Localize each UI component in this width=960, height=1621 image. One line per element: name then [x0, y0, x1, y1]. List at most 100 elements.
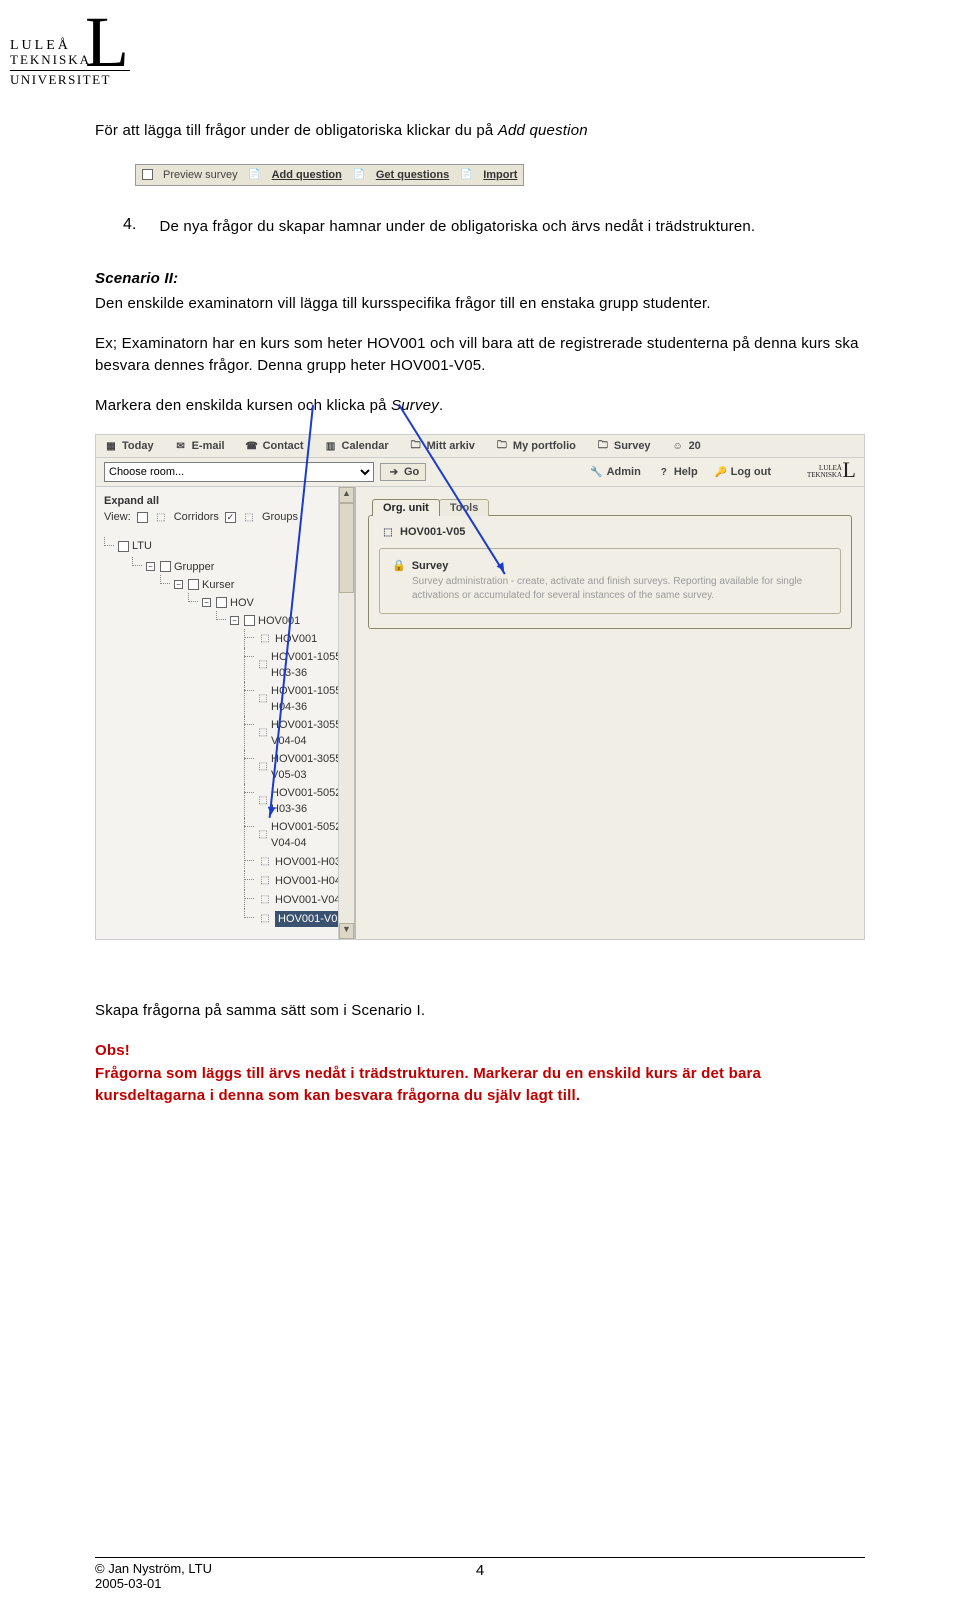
help-link[interactable]: ?Help — [657, 465, 698, 479]
choose-room-select[interactable]: Choose room... — [104, 462, 374, 482]
tab-org-unit[interactable]: Org. unit — [372, 499, 440, 516]
preview-survey-link[interactable]: Preview survey — [163, 169, 238, 181]
import-link[interactable]: Import — [483, 169, 517, 181]
scroll-thumb[interactable] — [339, 503, 354, 593]
add-question-link[interactable]: Add question — [272, 169, 342, 181]
today-icon: ▦ — [104, 439, 118, 453]
import-icon: 📄 — [459, 168, 473, 182]
add-question-icon: 📄 — [248, 168, 262, 182]
help-label: Help — [674, 466, 698, 478]
get-questions-icon: 📄 — [352, 168, 366, 182]
nav-mittarkiv-label: Mitt arkiv — [427, 440, 475, 452]
tree-kurser-label: Kurser — [202, 577, 234, 593]
tree-course-label: HOV001 — [275, 631, 317, 647]
tree-ltu[interactable]: LTU — [118, 538, 152, 554]
nav-count[interactable]: ☺20 — [671, 439, 701, 453]
intro-paragraph: För att lägga till frågor under de oblig… — [95, 120, 865, 142]
scenario-2-instruction: Markera den enskilda kursen och klicka p… — [95, 395, 865, 417]
nav-contact[interactable]: ☎ Contact — [245, 439, 304, 453]
nav-survey-label: Survey — [614, 440, 651, 452]
obs-label: Obs! — [95, 1040, 865, 1062]
archive-icon: 🗀 — [409, 439, 423, 453]
panel-heading-label: HOV001-V05 — [400, 526, 465, 538]
portfolio-icon: 🗀 — [495, 439, 509, 453]
corridors-checkbox[interactable] — [137, 512, 148, 523]
email-icon: ✉ — [174, 439, 188, 453]
nav-email[interactable]: ✉ E-mail — [174, 439, 225, 453]
admin-link[interactable]: 🔧Admin — [590, 465, 641, 479]
intro-emphasis: Add question — [498, 122, 588, 139]
panel-heading: ⬚ HOV001-V05 — [379, 524, 841, 548]
tree-grupper-label: Grupper — [174, 559, 214, 575]
nav-mittarkiv[interactable]: 🗀 Mitt arkiv — [409, 439, 475, 453]
nav-portfolio[interactable]: 🗀My portfolio — [495, 439, 576, 453]
mark-post: . — [439, 397, 443, 414]
app-rightpane: Org. unit Tools ⬚ HOV001-V05 🔒 Survey Su… — [356, 487, 864, 939]
tree-course-label: HOV001-H04 — [275, 873, 341, 889]
survey-nav-icon: 🗀 — [596, 439, 610, 453]
app-sidebar: Expand all View: ⬚ Corridors ⬚ Groups LT… — [96, 487, 356, 939]
tree-course-item[interactable]: ⬚HOV001-H03 — [258, 854, 341, 870]
group-icon: ⬚ — [258, 894, 272, 906]
scroll-down[interactable]: ▼ — [339, 923, 354, 939]
groups-checkbox[interactable] — [225, 512, 236, 523]
tree-hov[interactable]: − HOV — [202, 595, 254, 611]
help-icon: ? — [657, 465, 671, 479]
tree-kurser[interactable]: − Kurser — [174, 577, 234, 593]
expand-all-link[interactable]: Expand all — [104, 493, 354, 509]
nav-calendar[interactable]: ▥Calendar — [324, 439, 389, 453]
grupper-cb[interactable] — [160, 561, 171, 572]
get-questions-link[interactable]: Get questions — [376, 169, 449, 181]
logout-icon: 🔑 — [714, 465, 728, 479]
tree-hov-label: HOV — [230, 595, 254, 611]
hov001-cb[interactable] — [244, 615, 255, 626]
preview-checkbox[interactable] — [142, 169, 153, 180]
go-icon: ➔ — [387, 465, 401, 479]
hov-cb[interactable] — [216, 597, 227, 608]
fronter-app-screenshot: ▦Today ✉ E-mail ☎ Contact ▥Calendar 🗀 Mitt … — [95, 434, 865, 940]
scenario-2-lead: Den enskilde examinatorn vill lägga till… — [95, 293, 865, 315]
nav-survey[interactable]: 🗀 Survey — [596, 439, 651, 453]
group-icon: ⬚ — [258, 693, 268, 705]
sidebar-scrollbar[interactable]: ▲ ▼ — [338, 487, 354, 939]
hov-expand[interactable]: − — [202, 598, 211, 607]
ending-line1: Skapa frågorna på samma sätt som i Scena… — [95, 1000, 865, 1022]
tree-grupper[interactable]: − Grupper — [146, 559, 214, 575]
group-icon: ⬚ — [258, 913, 272, 925]
nav-email-label: E-mail — [192, 440, 225, 452]
admin-icon: 🔧 — [590, 465, 604, 479]
logout-link[interactable]: 🔑Log out — [714, 465, 771, 479]
survey-item[interactable]: 🔒 Survey — [392, 559, 828, 572]
nav-contact-label: Contact — [263, 440, 304, 452]
tree-course-item[interactable]: ⬚HOV001 — [258, 631, 317, 647]
step-4-text: De nya frågor du skapar hamnar under de … — [159, 216, 861, 238]
hov001-expand[interactable]: − — [230, 616, 239, 625]
kurser-expand[interactable]: − — [174, 580, 183, 589]
scenario-2-title: Scenario II: — [95, 268, 865, 290]
tree-course-label: HOV001-V05 — [275, 911, 346, 927]
grupper-expand[interactable]: − — [146, 562, 155, 571]
scroll-up[interactable]: ▲ — [339, 487, 354, 503]
go-button[interactable]: ➔Go — [380, 463, 426, 481]
nav-today[interactable]: ▦Today — [104, 439, 154, 453]
mark-pre: Markera den enskilda kursen och klicka p… — [95, 397, 391, 414]
group-icon: ⬚ — [258, 659, 268, 671]
groups-label: Groups — [262, 511, 298, 523]
ltu-cb[interactable] — [118, 541, 129, 552]
tabs: Org. unit Tools — [372, 499, 852, 516]
tree-course-item[interactable]: ⬚HOV001-V05 — [258, 911, 346, 927]
survey-toolbar: Preview survey 📄 Add question 📄 Get ques… — [135, 164, 524, 186]
footer-date: 2005-03-01 — [95, 1576, 212, 1591]
tree-hov001[interactable]: −HOV001 — [230, 613, 300, 629]
tree-course-item[interactable]: ⬚HOV001-V04 — [258, 892, 340, 908]
app-topbar: ▦Today ✉ E-mail ☎ Contact ▥Calendar 🗀 Mitt … — [96, 435, 864, 458]
tree-ltu-label: LTU — [132, 538, 152, 554]
tree-course-item[interactable]: ⬚HOV001-H04 — [258, 873, 341, 889]
logo-letter-l: L — [85, 6, 129, 78]
kurser-cb[interactable] — [188, 579, 199, 590]
ltu-logo: L LULEÅ TEKNISKA UNIVERSITET — [10, 10, 130, 88]
corridor-icon: ⬚ — [154, 511, 168, 523]
survey-item-label: Survey — [412, 560, 449, 572]
tab-tools[interactable]: Tools — [439, 499, 490, 516]
contact-icon: ☎ — [245, 439, 259, 453]
